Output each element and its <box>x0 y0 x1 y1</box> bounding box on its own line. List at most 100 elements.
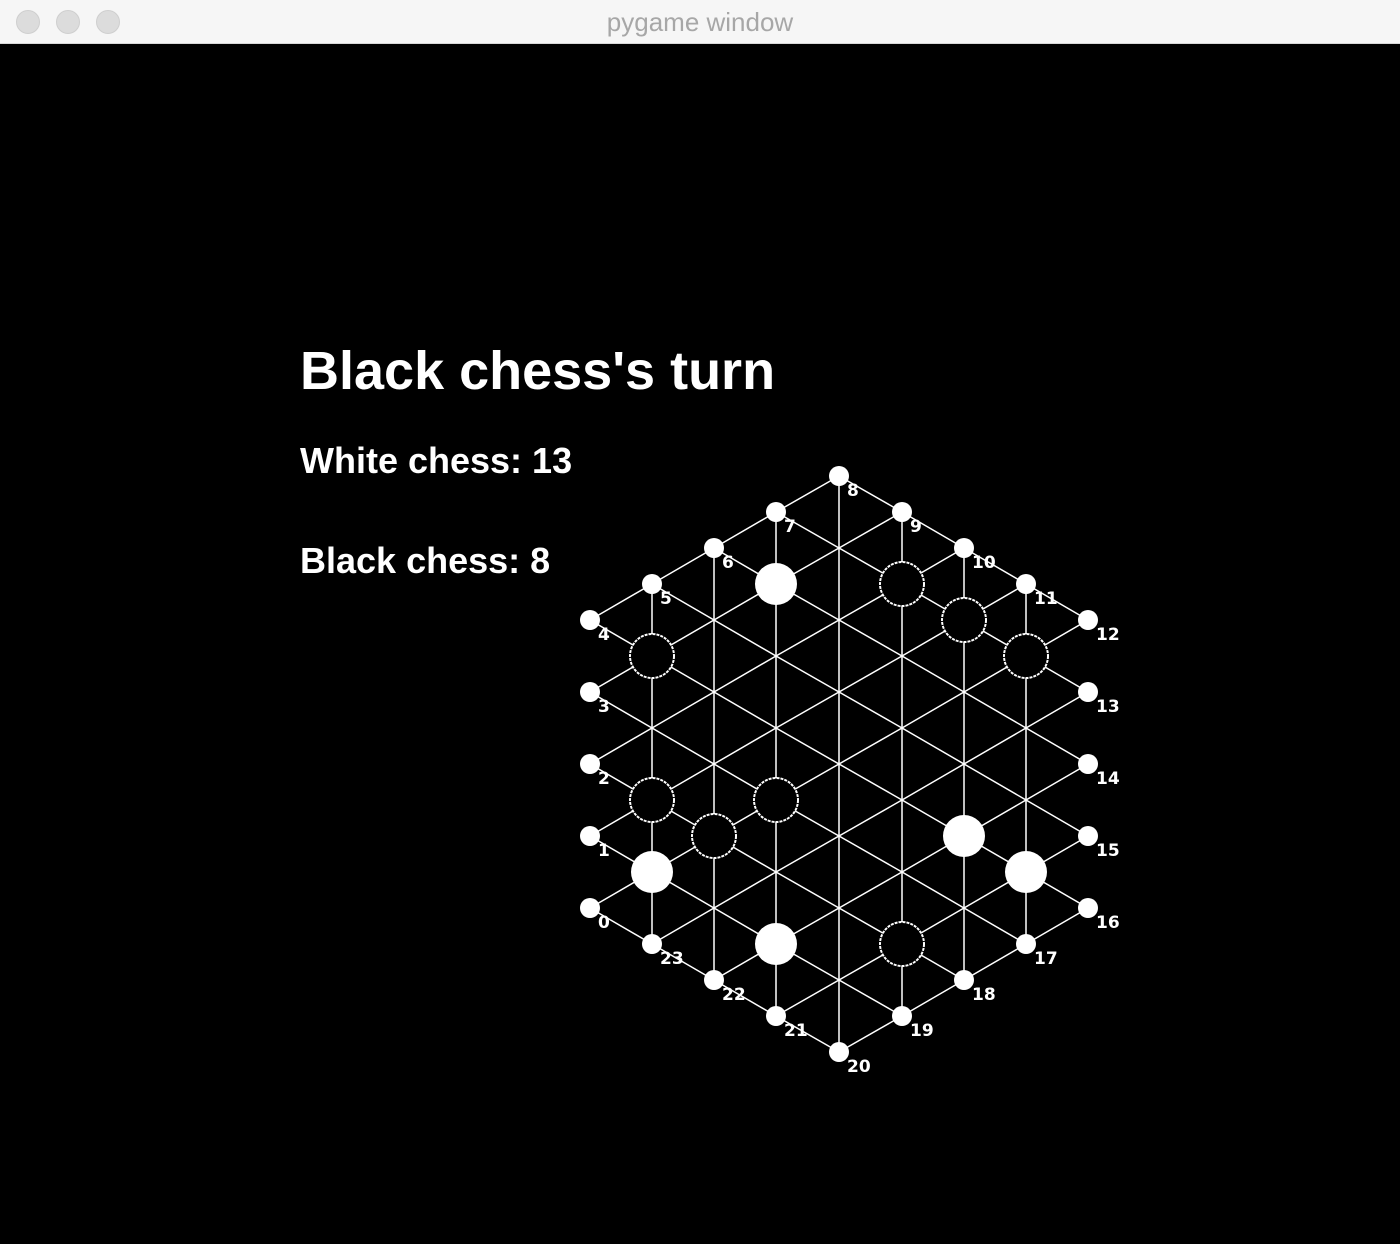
edge-node-label: 3 <box>598 697 610 717</box>
edge-node-label: 9 <box>910 517 922 537</box>
grid-line <box>589 727 653 765</box>
edge-node-label: 11 <box>1034 589 1058 609</box>
grid-line <box>651 547 715 585</box>
game-canvas[interactable]: Black chess's turn White chess: 13 Black… <box>0 44 1400 1244</box>
edge-node-label: 17 <box>1034 949 1058 969</box>
window-title: pygame window <box>606 7 794 37</box>
grid-line <box>775 835 840 873</box>
grid-line <box>713 871 777 909</box>
edge-node-label: 20 <box>847 1057 871 1077</box>
grid-line <box>1025 799 1089 837</box>
black-piece[interactable] <box>629 633 675 679</box>
grid-line <box>1025 727 1089 765</box>
edge-node[interactable] <box>580 898 600 918</box>
grid-line <box>775 979 840 1017</box>
edge-node[interactable] <box>580 754 600 774</box>
edge-node[interactable] <box>580 682 600 702</box>
edge-node[interactable] <box>954 538 974 558</box>
grid-line <box>838 1015 903 1053</box>
title-bar: pygame window <box>0 0 1400 44</box>
edge-node[interactable] <box>580 610 600 630</box>
grid-line <box>775 655 840 693</box>
edge-node[interactable] <box>829 1042 849 1062</box>
grid-line <box>838 835 903 873</box>
edge-node-label: 13 <box>1096 697 1120 717</box>
edge-node-label: 6 <box>722 553 734 573</box>
grid-line <box>838 763 903 801</box>
edge-node-label: 12 <box>1096 625 1120 645</box>
grid-line <box>838 871 903 909</box>
grid-line <box>963 691 1027 729</box>
edge-node-label: 0 <box>598 913 610 933</box>
edge-node[interactable] <box>829 466 849 486</box>
white-piece[interactable] <box>631 851 673 893</box>
grid-line <box>713 655 777 693</box>
edge-node[interactable] <box>1078 826 1098 846</box>
black-piece[interactable] <box>941 597 987 643</box>
edge-node[interactable] <box>1016 574 1036 594</box>
grid-line <box>775 727 840 765</box>
edge-node-label: 23 <box>660 949 684 969</box>
game-board[interactable]: 01234567891011121314151617181920212223 <box>0 44 1400 1244</box>
edge-node-label: 8 <box>847 481 859 501</box>
edge-node[interactable] <box>766 502 786 522</box>
grid-line <box>589 583 653 621</box>
grid-line <box>838 799 903 837</box>
black-piece[interactable] <box>879 921 925 967</box>
grid-line <box>901 871 965 909</box>
grid-line <box>651 907 715 945</box>
edge-node-label: 22 <box>722 985 746 1005</box>
grid-line <box>775 619 840 657</box>
edge-node[interactable] <box>954 970 974 990</box>
edge-node-label: 10 <box>972 553 996 573</box>
grid-line <box>901 727 965 765</box>
black-piece[interactable] <box>1003 633 1049 679</box>
white-piece[interactable] <box>1005 851 1047 893</box>
white-piece[interactable] <box>755 563 797 605</box>
edge-node-label: 19 <box>910 1021 934 1041</box>
edge-node[interactable] <box>704 538 724 558</box>
edge-node[interactable] <box>766 1006 786 1026</box>
grid-line <box>651 691 715 729</box>
edge-node-label: 4 <box>598 625 610 645</box>
grid-line <box>651 727 715 765</box>
grid-line <box>901 655 965 693</box>
white-piece[interactable] <box>943 815 985 857</box>
grid-line <box>838 727 903 765</box>
edge-node[interactable] <box>704 970 724 990</box>
edge-node[interactable] <box>580 826 600 846</box>
grid-line <box>1025 907 1089 945</box>
edge-node-label: 15 <box>1096 841 1120 861</box>
grid-line <box>1025 691 1089 729</box>
edge-node[interactable] <box>892 502 912 522</box>
edge-node[interactable] <box>1078 898 1098 918</box>
edge-node[interactable] <box>1078 754 1098 774</box>
edge-node[interactable] <box>1078 682 1098 702</box>
black-piece[interactable] <box>691 813 737 859</box>
grid-line <box>838 655 903 693</box>
edge-node-label: 18 <box>972 985 996 1005</box>
edge-node-label: 1 <box>598 841 610 861</box>
white-piece[interactable] <box>755 923 797 965</box>
edge-node[interactable] <box>892 1006 912 1026</box>
grid-line <box>901 979 965 1017</box>
edge-node[interactable] <box>642 574 662 594</box>
black-piece[interactable] <box>879 561 925 607</box>
grid-line <box>838 619 903 657</box>
grid-line <box>901 691 965 729</box>
grid-line <box>775 475 840 513</box>
grid-line <box>1025 763 1089 801</box>
black-piece[interactable] <box>753 777 799 823</box>
edge-node[interactable] <box>1078 610 1098 630</box>
edge-node-label: 7 <box>784 517 796 537</box>
grid-line <box>963 727 1027 765</box>
edge-node-label: 14 <box>1096 769 1120 789</box>
edge-node-label: 21 <box>784 1021 808 1041</box>
grid-line <box>838 691 903 729</box>
edge-node[interactable] <box>1016 934 1036 954</box>
edge-node[interactable] <box>642 934 662 954</box>
grid-line <box>713 619 777 657</box>
black-piece[interactable] <box>629 777 675 823</box>
grid-line <box>775 871 840 909</box>
grid-line <box>963 907 1027 945</box>
